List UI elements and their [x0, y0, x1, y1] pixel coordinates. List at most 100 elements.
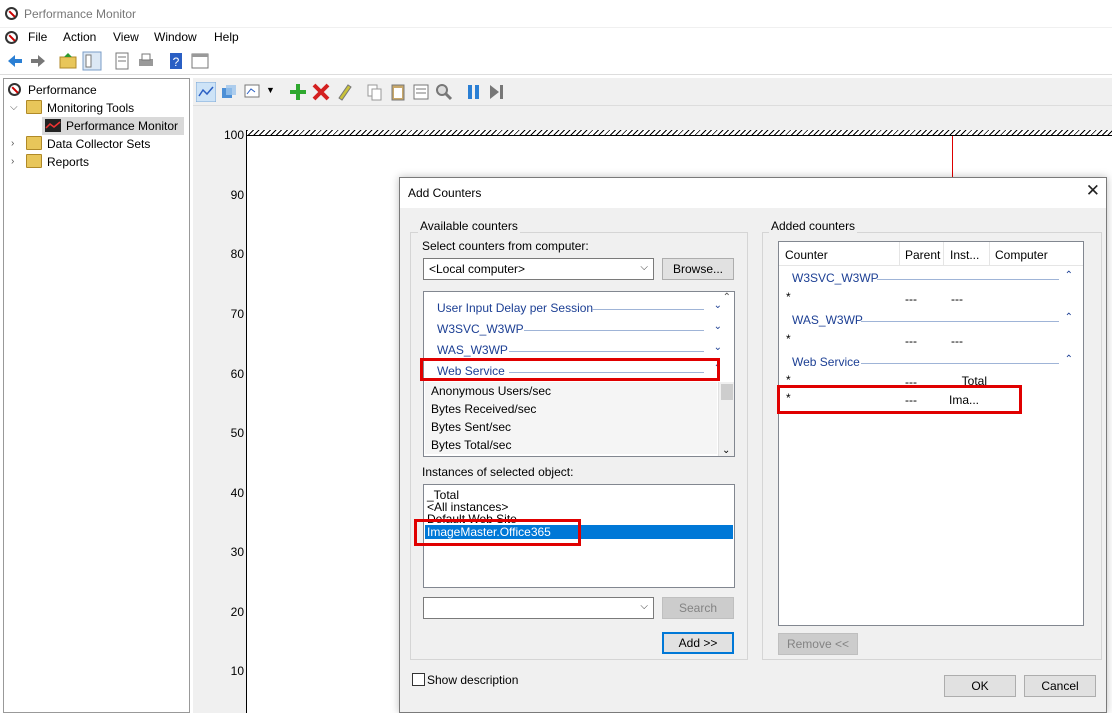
- properties-icon[interactable]: [411, 82, 431, 102]
- column-header-parent[interactable]: Parent: [905, 248, 940, 262]
- scrollbar-thumb[interactable]: [721, 384, 733, 400]
- list-item-counter[interactable]: Bytes Sent/sec: [425, 418, 717, 436]
- title-bar: Performance Monitor: [0, 0, 1112, 28]
- counter-label: Anonymous Users/sec: [431, 384, 552, 398]
- added-counters-list[interactable]: Counter Parent Inst... Computer W3SVC_W3…: [778, 241, 1084, 626]
- list-item-object[interactable]: WAS_W3WP ⌄: [424, 340, 734, 360]
- search-input[interactable]: ⌵: [423, 597, 654, 619]
- list-item-counter[interactable]: Anonymous Users/sec: [425, 382, 717, 400]
- menu-file[interactable]: File: [28, 30, 47, 44]
- y-tick-label: 100: [223, 128, 244, 142]
- highlight-pen-icon[interactable]: [334, 82, 354, 102]
- menu-bar: File Action View Window Help: [0, 28, 1112, 48]
- view-histogram-icon[interactable]: [219, 82, 239, 102]
- search-button[interactable]: Search: [662, 597, 734, 619]
- performance-monitor-icon: [5, 7, 18, 20]
- add-counter-icon[interactable]: [288, 82, 308, 102]
- list-item-instance[interactable]: <All instances>: [427, 501, 508, 513]
- added-row-counter[interactable]: *: [786, 332, 791, 346]
- column-header-counter[interactable]: Counter: [785, 248, 828, 262]
- menu-action[interactable]: Action: [63, 30, 96, 44]
- show-hide-tree-icon[interactable]: [82, 51, 102, 71]
- freeze-display-icon[interactable]: [464, 82, 484, 102]
- object-label: User Input Delay per Session: [437, 301, 594, 315]
- computer-select-value: <Local computer>: [429, 262, 526, 276]
- counter-label: Bytes Total/sec: [431, 438, 512, 452]
- properties-icon[interactable]: [112, 51, 132, 71]
- tree-item-monitoring-tools[interactable]: ⌵ Monitoring Tools: [8, 99, 178, 117]
- tree-item-performance[interactable]: Performance: [8, 81, 178, 99]
- monitor-graph-icon: [45, 119, 61, 132]
- column-divider: [899, 242, 900, 266]
- remove-button[interactable]: Remove <<: [778, 633, 858, 655]
- y-tick-label: 40: [230, 486, 244, 500]
- chevron-up-icon[interactable]: ⌃: [1065, 354, 1073, 365]
- list-item-object[interactable]: User Input Delay per Session ⌄: [424, 298, 734, 318]
- added-counters-header: Counter Parent Inst... Computer: [779, 242, 1083, 266]
- added-row-parent: ---: [905, 334, 917, 348]
- chevron-right-icon[interactable]: ›: [11, 156, 14, 167]
- back-arrow-icon[interactable]: [5, 51, 25, 71]
- tree-item-performance-monitor[interactable]: Performance Monitor: [42, 117, 184, 135]
- added-row-parent: ---: [905, 292, 917, 306]
- chevron-down-icon[interactable]: ⌄: [722, 445, 730, 456]
- list-item-object[interactable]: W3SVC_W3WP ⌄: [424, 319, 734, 339]
- system-menu-icon[interactable]: [5, 31, 18, 44]
- forward-arrow-icon[interactable]: [28, 51, 48, 71]
- zoom-icon[interactable]: [434, 82, 454, 102]
- tree-item-reports[interactable]: › Reports: [8, 153, 178, 171]
- chevron-up-icon[interactable]: ⌃: [1065, 270, 1073, 281]
- tree-item-label: Reports: [47, 155, 90, 169]
- chevron-down-icon[interactable]: ⌄: [714, 342, 722, 353]
- show-description-checkbox[interactable]: [412, 673, 425, 686]
- change-graph-type-icon[interactable]: [243, 82, 263, 102]
- counter-label: Bytes Sent/sec: [431, 420, 512, 434]
- divider: [524, 330, 704, 331]
- select-computer-label: Select counters from computer:: [422, 239, 589, 253]
- menu-view[interactable]: View: [113, 30, 139, 44]
- scrollbar[interactable]: ⌄: [718, 382, 734, 456]
- chevron-right-icon[interactable]: ›: [11, 138, 14, 149]
- delete-counter-icon[interactable]: [311, 82, 331, 102]
- ok-button[interactable]: OK: [944, 675, 1016, 697]
- view-graph-icon[interactable]: [196, 82, 216, 102]
- list-item-counter[interactable]: Bytes Total/sec: [425, 436, 717, 454]
- added-counters-label: Added counters: [769, 219, 858, 233]
- dropdown-arrow-icon[interactable]: ▼: [266, 85, 275, 95]
- chevron-up-icon[interactable]: ⌃: [723, 292, 731, 303]
- up-folder-icon[interactable]: [58, 51, 78, 71]
- update-data-icon[interactable]: [487, 82, 507, 102]
- added-row-counter[interactable]: *: [786, 290, 791, 304]
- add-button[interactable]: Add >>: [662, 632, 734, 654]
- chevron-up-icon[interactable]: ⌃: [1065, 312, 1073, 323]
- help-icon[interactable]: ?: [166, 51, 186, 71]
- divider: [592, 309, 704, 310]
- close-icon[interactable]: ✕: [1086, 181, 1100, 201]
- mmc-window-icon[interactable]: [190, 51, 210, 71]
- added-group-header[interactable]: W3SVC_W3WP ⌃: [779, 268, 1083, 288]
- menu-help[interactable]: Help: [214, 30, 239, 44]
- menu-window[interactable]: Window: [154, 30, 197, 44]
- print-icon[interactable]: [136, 51, 156, 71]
- computer-select[interactable]: <Local computer> ⌵: [423, 258, 654, 280]
- tree-item-data-collector-sets[interactable]: › Data Collector Sets: [8, 135, 178, 153]
- chevron-down-icon[interactable]: ⌄: [714, 321, 722, 332]
- divider: [877, 279, 1059, 280]
- added-group-header[interactable]: Web Service ⌃: [779, 352, 1083, 372]
- column-header-instance[interactable]: Inst...: [950, 248, 979, 262]
- window-title: Performance Monitor: [24, 7, 137, 21]
- chevron-down-icon[interactable]: ⌵: [10, 102, 18, 113]
- object-label: WAS_W3WP: [437, 343, 508, 357]
- copy-properties-icon[interactable]: [365, 82, 385, 102]
- cancel-button[interactable]: Cancel: [1024, 675, 1096, 697]
- highlight-instance: [414, 519, 581, 546]
- added-group-header[interactable]: WAS_W3WP ⌃: [779, 310, 1083, 330]
- paste-counter-list-icon[interactable]: [388, 82, 408, 102]
- tree-item-label: Performance Monitor: [66, 119, 179, 133]
- y-tick-label: 30: [230, 545, 244, 559]
- browse-button[interactable]: Browse...: [662, 258, 734, 280]
- list-item-counter[interactable]: Bytes Received/sec: [425, 400, 717, 418]
- chevron-down-icon[interactable]: ⌄: [714, 300, 722, 311]
- tree-item-label: Data Collector Sets: [47, 137, 151, 151]
- column-header-computer[interactable]: Computer: [995, 248, 1048, 262]
